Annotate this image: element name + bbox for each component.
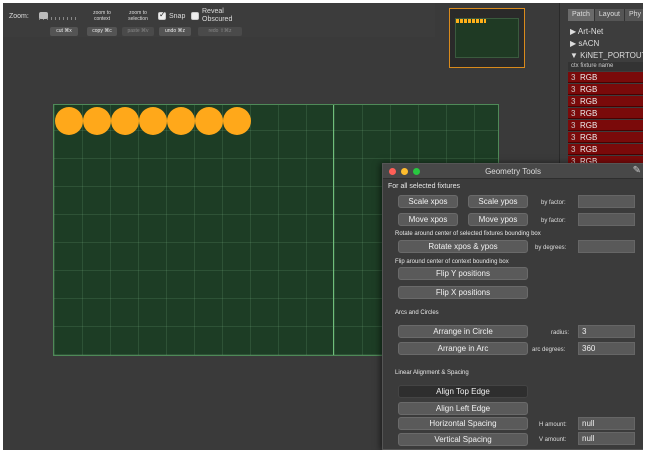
- fixture-row[interactable]: 3 RGB: [568, 108, 643, 119]
- align-top-button[interactable]: Align Top Edge: [398, 385, 528, 398]
- cut-button[interactable]: cut ⌘x: [50, 27, 78, 36]
- scale-factor-input[interactable]: [578, 195, 635, 208]
- tab-patch[interactable]: Patch: [568, 9, 595, 21]
- flip-y-button[interactable]: Flip Y positions: [398, 267, 528, 280]
- zoom-slider-thumb[interactable]: [39, 12, 48, 19]
- align-left-button[interactable]: Align Left Edge: [398, 402, 528, 415]
- geometry-tools-title: Geometry Tools: [485, 167, 541, 176]
- v-amount-label: V amount:: [539, 437, 567, 443]
- fixture-name: RGB: [580, 121, 598, 130]
- reveal-obscured-checkbox[interactable]: [191, 12, 199, 20]
- horizontal-spacing-button[interactable]: Horizontal Spacing: [398, 417, 528, 430]
- radius-label: radius:: [551, 330, 570, 336]
- fixture-row[interactable]: 3 RGB: [568, 120, 643, 131]
- arrange-circle-button[interactable]: Arrange in Circle: [398, 325, 528, 338]
- fixture-row[interactable]: 3 RGB: [568, 84, 643, 95]
- fixture-circle[interactable]: [55, 107, 83, 135]
- zoom-icon[interactable]: [413, 168, 420, 175]
- fixture-row[interactable]: 3 RGB: [568, 144, 643, 155]
- arc-degrees-input[interactable]: 360: [578, 342, 635, 355]
- zoom-to-context-button[interactable]: zoom to context: [87, 10, 117, 22]
- tree-item-sacn[interactable]: ▶ sACN: [570, 39, 599, 48]
- geometry-tools-window: Geometry Tools ✎ For all selected fixtur…: [382, 163, 643, 450]
- fixture-name: RGB: [580, 97, 598, 106]
- move-ypos-button[interactable]: Move ypos: [468, 213, 528, 226]
- fixture-circle[interactable]: [195, 107, 223, 135]
- fixture-ctx: 3: [571, 133, 576, 142]
- flip-x-button[interactable]: Flip X positions: [398, 286, 528, 299]
- fixture-ctx: 3: [571, 109, 576, 118]
- for-all-caption: For all selected fixtures: [388, 183, 460, 190]
- context-divider: [333, 105, 334, 355]
- reveal-obscured-label: Reveal Obscured: [202, 8, 232, 24]
- fixture-name: RGB: [580, 109, 598, 118]
- fixture-name: RGB: [580, 73, 598, 82]
- fixture-name: RGB: [580, 85, 598, 94]
- geometry-tools-titlebar[interactable]: Geometry Tools: [383, 164, 643, 179]
- preview-fixtures: [456, 19, 486, 23]
- context-preview[interactable]: [449, 8, 525, 68]
- fixture-row[interactable]: 3 RGB: [568, 96, 643, 107]
- fixture-name: RGB: [580, 145, 598, 154]
- tree-item-kinet[interactable]: ▼ KiNET_PORTOUT: [570, 51, 643, 60]
- copy-button[interactable]: copy ⌘c: [87, 27, 117, 36]
- h-amount-input[interactable]: null: [578, 417, 635, 430]
- fixture-row[interactable]: 3 RGB: [568, 132, 643, 143]
- rotate-button[interactable]: Rotate xpos & ypos: [398, 240, 528, 253]
- radius-input[interactable]: 3: [578, 325, 635, 338]
- fixture-circle[interactable]: [83, 107, 111, 135]
- rotate-caption: Rotate around center of selected fixture…: [395, 231, 541, 237]
- paste-button[interactable]: paste ⌘v: [122, 27, 154, 36]
- by-degrees-label: by degrees:: [535, 245, 567, 251]
- close-icon[interactable]: [389, 168, 396, 175]
- fixture-circle[interactable]: [139, 107, 167, 135]
- linear-caption: Linear Alignment & Spacing: [395, 370, 469, 376]
- minimize-icon[interactable]: [401, 168, 408, 175]
- arrange-arc-button[interactable]: Arrange in Arc: [398, 342, 528, 355]
- panel-tabs: Patch Layout Phy: [568, 9, 643, 21]
- fixture-ctx: 3: [571, 85, 576, 94]
- rotate-degrees-input[interactable]: [578, 240, 635, 253]
- move-xpos-button[interactable]: Move xpos: [398, 213, 458, 226]
- v-amount-input[interactable]: null: [578, 432, 635, 445]
- tab-physical[interactable]: Phy: [624, 9, 643, 21]
- toolbar: Zoom: zoom to context zoom to selection …: [3, 3, 435, 37]
- reveal-label-line1: Reveal: [202, 8, 224, 15]
- fixture-ctx: 3: [571, 73, 576, 82]
- redo-button[interactable]: redo ⇧⌘z: [198, 27, 242, 36]
- tree-item-artnet[interactable]: ▶ Art-Net: [570, 27, 603, 36]
- zoom-slider[interactable]: [39, 12, 79, 20]
- fixture-circle[interactable]: [111, 107, 139, 135]
- scale-by-factor-label: by factor:: [541, 200, 566, 206]
- fixture-circle[interactable]: [167, 107, 195, 135]
- zoom-to-selection-line2: selection: [128, 16, 148, 22]
- scale-ypos-button[interactable]: Scale ypos: [468, 195, 528, 208]
- reveal-label-line2: Obscured: [202, 16, 233, 23]
- fixture-name: RGB: [580, 133, 598, 142]
- snap-label: Snap: [169, 13, 186, 20]
- h-amount-label: H amount:: [539, 422, 567, 428]
- snap-checkbox[interactable]: [158, 10, 166, 20]
- zoom-to-selection-button[interactable]: zoom to selection: [122, 10, 154, 22]
- vertical-spacing-button[interactable]: Vertical Spacing: [398, 433, 528, 446]
- arc-degrees-label: arc degrees:: [532, 347, 566, 353]
- app-window: Zoom: zoom to context zoom to selection …: [3, 3, 643, 450]
- fixture-row[interactable]: 3 RGB: [568, 72, 643, 83]
- fixture-ctx: 3: [571, 97, 576, 106]
- fixture-table-header: ctx fixture name: [568, 62, 643, 71]
- flip-caption: Flip around center of context bounding b…: [395, 259, 509, 265]
- preview-canvas: [455, 18, 519, 58]
- scale-xpos-button[interactable]: Scale xpos: [398, 195, 458, 208]
- zoom-label: Zoom:: [9, 13, 29, 20]
- move-by-factor-label: by factor:: [541, 218, 566, 224]
- fixture-ctx: 3: [571, 121, 576, 130]
- fixture-circle[interactable]: [223, 107, 251, 135]
- arcs-caption: Arcs and Circles: [395, 310, 439, 316]
- move-factor-input[interactable]: [578, 213, 635, 226]
- zoom-to-context-line2: context: [93, 16, 111, 22]
- tab-layout[interactable]: Layout: [594, 9, 625, 21]
- wrench-icon[interactable]: ✎: [633, 165, 641, 176]
- undo-button[interactable]: undo ⌘z: [159, 27, 191, 36]
- fixture-ctx: 3: [571, 145, 576, 154]
